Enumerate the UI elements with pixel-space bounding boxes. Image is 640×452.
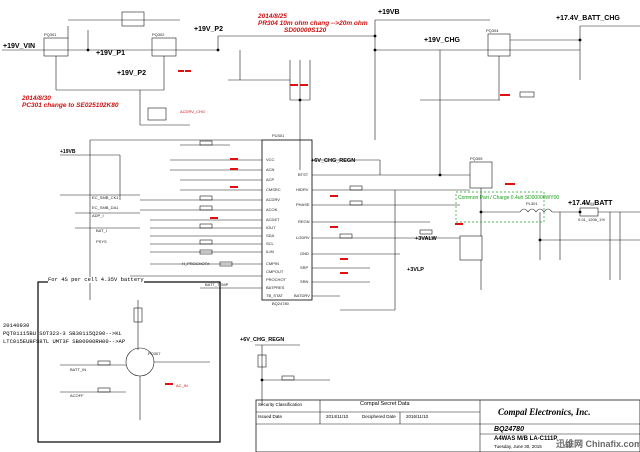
title-deciphered-label: Deciphered Date bbox=[362, 414, 396, 419]
resistor bbox=[281, 375, 295, 381]
resistor bbox=[199, 140, 213, 146]
title-security-label: Security Classification bbox=[258, 402, 303, 407]
resistor bbox=[97, 387, 111, 393]
rail-3valw: +3VALW bbox=[415, 236, 437, 242]
ref-pq304: PQ304 bbox=[486, 28, 499, 33]
pin-lodrv: LODRV bbox=[296, 235, 310, 240]
rail-17v-batt-chg: +17.4V_BATT_CHG bbox=[556, 15, 620, 22]
pin-vcc: VCC bbox=[266, 157, 275, 162]
title-date: Tuesday, June 30, 2015 bbox=[494, 444, 542, 449]
title-part: BQ24780 bbox=[494, 426, 524, 433]
pin-cmpout: CMPOUT bbox=[266, 269, 284, 274]
pin-gnd: GND bbox=[300, 251, 309, 256]
pin-regn: REGN bbox=[298, 219, 310, 224]
ref-pq302: PQ302 bbox=[152, 32, 165, 37]
pin-acn: ACN bbox=[266, 167, 275, 172]
pin-cmpin: CMPIN bbox=[266, 261, 279, 266]
resistor bbox=[419, 229, 433, 235]
inductor-pl301 bbox=[519, 208, 553, 213]
rail-19vb: +19VB bbox=[378, 9, 400, 16]
ref-pr304: PR304 bbox=[582, 201, 595, 206]
schematic-canvas bbox=[2, 11, 640, 452]
pin-scl: SCL bbox=[266, 241, 274, 246]
battery-box-date: 20140930 bbox=[3, 322, 30, 329]
revision-note-2-text: PC301 change to SE025102K80 bbox=[22, 102, 119, 109]
signal-ac-in: AC_IN bbox=[176, 383, 188, 388]
pin-srn: SRN bbox=[300, 279, 309, 284]
resistor bbox=[199, 205, 213, 211]
pin-iout: IOUT bbox=[266, 225, 276, 230]
rail-chg-regn: +6V_CHG_REGN bbox=[311, 158, 356, 164]
pin-srp: SRP bbox=[300, 265, 309, 270]
rail-chg-regn-lower: +6V_CHG_REGN bbox=[240, 337, 285, 343]
title-issued-value: 2014/11/10 bbox=[326, 414, 349, 419]
battery-box-line-1: PQT01115BU SOT323-3 SB30115Q200-->KL bbox=[3, 330, 122, 337]
pin-batdrv: BATDRV bbox=[294, 293, 310, 298]
ref-pu301: PU301 bbox=[272, 133, 285, 138]
signal-prochot: H_PROCHOT# bbox=[182, 261, 210, 266]
pin-prochot: PROCHOT bbox=[266, 277, 286, 282]
title-issued-label: Issued Date bbox=[258, 414, 283, 419]
signal-batt-in: BATT_IN bbox=[70, 367, 87, 372]
signal-acdrv-chg: ACDRV_CHG bbox=[180, 109, 206, 114]
ref-pq301: PQ301 bbox=[44, 32, 57, 37]
pin-sda: SDA bbox=[266, 233, 275, 238]
revision-note-1-part: SD00000S120 bbox=[284, 27, 327, 34]
resistor bbox=[339, 233, 353, 239]
pin-acok: ACOK bbox=[266, 207, 278, 212]
signal-adp-i: ADP_I bbox=[92, 213, 104, 218]
battery-box-line-2: LTC015EUBFS8TL UMT3F SB00000RH00-->AP bbox=[3, 338, 126, 345]
ref-pq307: PQ307 bbox=[148, 351, 161, 356]
pin-acdet: ACDET bbox=[266, 217, 280, 222]
ref-pq305: PQ305 bbox=[470, 156, 483, 161]
mosfet-pq302 bbox=[151, 37, 177, 57]
pin-ilim: ILIM bbox=[266, 249, 274, 254]
title-board: A4WAS M/B LA-C111P bbox=[494, 436, 558, 442]
resistor bbox=[349, 185, 363, 191]
pin-btst: BTST bbox=[298, 172, 309, 177]
resistor bbox=[349, 200, 363, 206]
resistor bbox=[199, 239, 213, 245]
rail-3vlp: +3VLP bbox=[407, 267, 424, 273]
resistor bbox=[199, 195, 213, 201]
pin-acp: ACP bbox=[266, 177, 275, 182]
mosfet-pq301 bbox=[43, 37, 69, 57]
ref-pu301-part: BQ24780 bbox=[272, 301, 289, 306]
mosfet-top bbox=[121, 11, 145, 27]
rail-19v-p1: +19V_P1 bbox=[96, 50, 125, 57]
pin-tb-stat: TB_STAT bbox=[266, 293, 283, 298]
common-part-note: Common Part / Charge 0.4uh SD00000WY00 bbox=[458, 195, 560, 201]
signal-acoff: ACOFF bbox=[70, 393, 84, 398]
signal-batt-temp: BATT_TEMP bbox=[205, 282, 229, 287]
signal-psys: PSYS bbox=[96, 239, 107, 244]
signal-ec-smb-da1: EC_SMB_DA1 bbox=[92, 205, 119, 210]
title-company: Compal Electronics, Inc. bbox=[498, 407, 591, 417]
rail-19v-p2-b: +19V_P2 bbox=[117, 70, 146, 77]
mosfet-small bbox=[147, 107, 167, 121]
title-security-value: Compal Secret Data bbox=[360, 401, 410, 407]
rail-19v-chg: +19V_CHG bbox=[424, 37, 460, 44]
mosfet-pq305 bbox=[469, 161, 493, 189]
resistor bbox=[199, 223, 213, 229]
signal-ec-smb-ck1: EC_SMB_CK1 bbox=[92, 195, 119, 200]
pin-cmsrc: CMSRC bbox=[266, 187, 281, 192]
pin-batpres: BATPRES bbox=[266, 285, 285, 290]
pin-phase: PHASE bbox=[296, 202, 310, 207]
rail-19v-p2: +19V_P2 bbox=[194, 26, 223, 33]
pin-hidrv: HIDRV bbox=[296, 187, 309, 192]
title-deciphered-value: 2016/11/10 bbox=[406, 414, 429, 419]
mosfet-low bbox=[459, 235, 483, 261]
resistor bbox=[519, 91, 535, 98]
pin-acdrv: ACDRV bbox=[266, 197, 280, 202]
resistor bbox=[97, 360, 111, 366]
watermark: 迅维网 Chinafix.com bbox=[556, 439, 640, 449]
mosfet-pq304 bbox=[487, 33, 511, 57]
rail-19vb-small: +19VB bbox=[60, 149, 76, 155]
rail-19v-vin: +19V_VIN bbox=[3, 43, 36, 50]
ref-pr304-value: 0.01_1206_1% bbox=[578, 217, 605, 222]
signal-bat-i: BAT_I bbox=[96, 228, 107, 233]
ref-pl301: PL301 bbox=[526, 201, 538, 206]
battery-box-title: For 4S per cell 4.35V battery bbox=[48, 276, 144, 283]
sense-resistor bbox=[579, 207, 599, 217]
